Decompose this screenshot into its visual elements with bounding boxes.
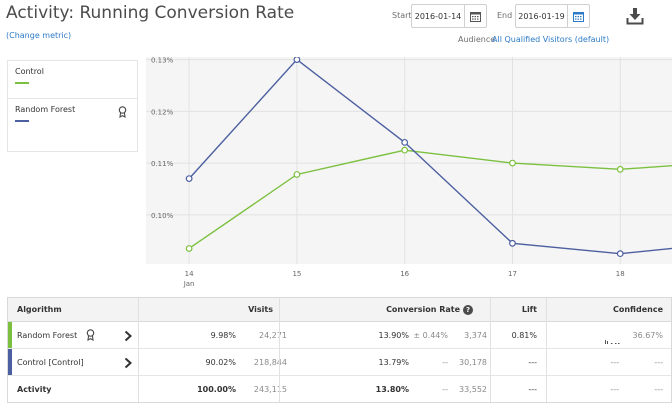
lift-interval: --- xyxy=(610,357,619,367)
end-date-field[interactable]: 2016-01-19 xyxy=(515,4,590,28)
visits-percent: 9.98% xyxy=(210,330,236,340)
header-visits[interactable]: Visits xyxy=(248,298,273,321)
header-algorithm[interactable]: Algorithm xyxy=(17,298,62,321)
conversion-interval: ± 0.44% xyxy=(413,330,448,340)
line-chart: 0.13% 0.12% 0.11% 0.10% 14 15 16 17 18 Jan xyxy=(146,56,672,288)
end-date-value: 2016-01-19 xyxy=(518,11,565,21)
help-icon[interactable]: ? xyxy=(463,304,473,315)
legend-label: Control xyxy=(15,67,44,76)
results-table: Algorithm Visits Conversion Rate ? Lift … xyxy=(7,297,672,403)
x-tick-sublabel: Jan xyxy=(183,280,195,288)
column-divider xyxy=(490,298,491,402)
data-point xyxy=(293,56,301,63)
chevron-right-icon[interactable] xyxy=(123,357,133,369)
data-point xyxy=(509,239,516,247)
data-point xyxy=(616,250,624,258)
conversion-chart: 0.13% 0.12% 0.11% 0.10% 14 15 16 17 18 Jan xyxy=(146,56,672,292)
visits-count: 243,115 xyxy=(253,385,287,394)
column-divider xyxy=(279,298,280,402)
header-confidence[interactable]: Confidence xyxy=(613,298,663,321)
start-date-field[interactable]: 2016-01-14 xyxy=(411,4,487,28)
chevron-right-icon[interactable] xyxy=(123,330,133,342)
y-tick-label: 0.13% xyxy=(151,57,174,65)
column-divider xyxy=(546,298,547,402)
legend-swatch xyxy=(15,82,29,84)
start-date-value: 2016-01-14 xyxy=(414,11,462,21)
row-color-bar xyxy=(8,349,12,375)
visits-percent: 100.00% xyxy=(197,385,236,394)
conversions-count: 33,552 xyxy=(459,385,487,394)
calendar-icon[interactable] xyxy=(567,5,589,27)
data-point xyxy=(185,245,193,252)
conversions-count: 3,374 xyxy=(464,330,487,340)
activity-total-label: Activity xyxy=(17,385,52,394)
header-conversion-rate-label: Conversion Rate xyxy=(386,305,460,314)
table-row[interactable]: Control [Control] 90.02% 218,844 13.79% … xyxy=(8,349,671,376)
end-date-label: End xyxy=(497,11,513,20)
data-point xyxy=(616,165,624,173)
x-tick-label: 15 xyxy=(292,270,301,278)
data-point xyxy=(293,171,301,178)
change-metric-link[interactable]: (Change metric) xyxy=(6,31,71,40)
y-tick-label: 0.12% xyxy=(151,108,174,116)
data-point xyxy=(185,175,193,183)
conversion-interval: -- xyxy=(442,357,448,367)
confidence-value: --- xyxy=(654,385,663,394)
visits-count: 24,271 xyxy=(259,330,287,340)
audience-label: Audience xyxy=(458,35,496,44)
data-point xyxy=(401,138,409,146)
page-title: Activity: Running Conversion Rate xyxy=(6,3,295,23)
legend-label: Random Forest xyxy=(15,105,76,114)
visits-percent: 90.02% xyxy=(205,357,236,367)
lift-interval: --- xyxy=(610,385,619,394)
lift-value: 0.81% xyxy=(511,330,537,340)
legend-item-control[interactable]: Control xyxy=(8,61,137,98)
algorithm-name: Control [Control] xyxy=(17,357,84,367)
conversion-rate: 13.80% xyxy=(375,385,409,394)
calendar-icon[interactable] xyxy=(464,5,486,27)
header-lift[interactable]: Lift xyxy=(522,298,537,321)
winner-ribbon-icon xyxy=(86,329,95,344)
data-point xyxy=(509,159,516,167)
data-point xyxy=(401,146,409,154)
confidence-value: --- xyxy=(654,357,663,367)
lift-value: --- xyxy=(528,385,537,394)
x-tick-label: 16 xyxy=(400,270,409,278)
conversions-count: 30,178 xyxy=(459,357,487,367)
lift-value: --- xyxy=(528,357,537,367)
plot-area xyxy=(146,57,672,264)
winner-ribbon-icon xyxy=(118,106,127,121)
x-tick-label: 18 xyxy=(616,270,625,278)
audience-selector[interactable]: All Qualified Visitors (default) xyxy=(492,35,609,44)
y-tick-label: 0.11% xyxy=(151,160,174,168)
visits-count: 218,844 xyxy=(253,357,287,367)
chart-legend: Control Random Forest xyxy=(7,60,138,152)
table-header: Algorithm Visits Conversion Rate ? Lift … xyxy=(8,298,671,322)
x-tick-label: 17 xyxy=(508,270,517,278)
row-color-bar xyxy=(8,322,12,348)
legend-swatch xyxy=(15,120,29,122)
conversion-interval: -- xyxy=(442,385,448,394)
start-date-label: Start xyxy=(392,11,412,20)
conversion-rate: 13.79% xyxy=(378,357,409,367)
header-conversion-rate[interactable]: Conversion Rate ? xyxy=(386,298,473,321)
column-divider xyxy=(138,298,139,402)
table-row[interactable]: Random Forest 9.98% 24,271 13.90% ± 0.44… xyxy=(8,322,671,349)
conversion-rate: 13.90% xyxy=(378,330,409,340)
confidence-mini-chart xyxy=(605,335,620,344)
legend-item-random-forest[interactable]: Random Forest xyxy=(8,98,137,135)
algorithm-name: Random Forest xyxy=(17,330,78,340)
y-tick-label: 0.10% xyxy=(151,212,174,220)
download-icon[interactable] xyxy=(626,7,644,25)
table-total-row: Activity 100.00% 243,115 13.80% -- 33,55… xyxy=(8,376,671,403)
confidence-value: 36.67% xyxy=(632,330,663,340)
x-tick-label: 14 xyxy=(185,270,194,278)
